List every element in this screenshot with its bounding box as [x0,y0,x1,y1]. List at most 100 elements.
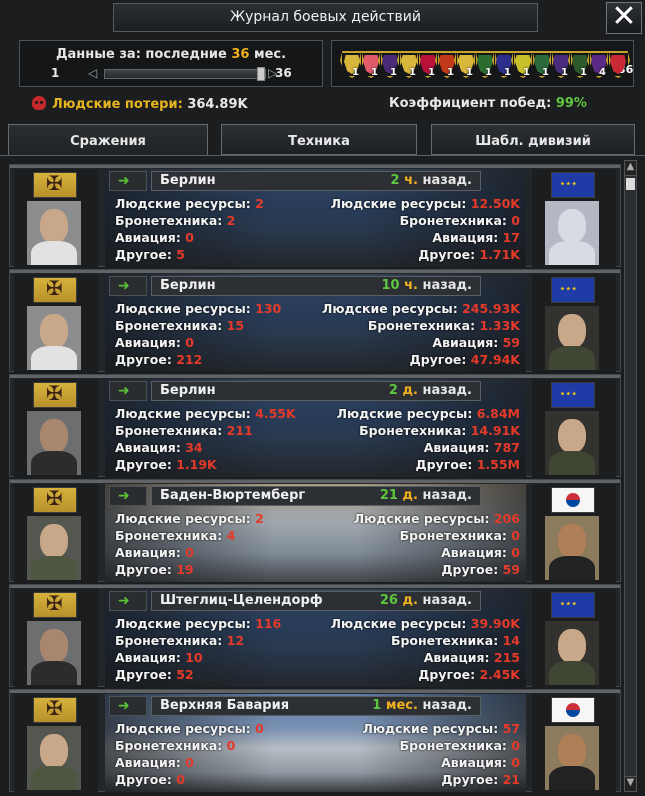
defender-leader-portrait[interactable] [545,726,599,790]
stat-row-armor: Бронетехника: 4 Бронетехника: 0 [115,527,520,544]
attacker-flag-icon[interactable] [33,381,77,408]
skull-icon [32,96,46,110]
attacker-air: Авиация: 0 [115,754,194,771]
battle-card[interactable]: ➜ Баден-Вюртемберг 21 д. назад. Людские … [9,479,621,582]
defender-air: Авиация: 787 [424,439,520,456]
defender-air: Авиация: 0 [441,754,520,771]
attacker-leader-portrait[interactable] [27,621,81,685]
stat-value: 2 [226,213,236,228]
time-unit: д. [402,383,418,398]
defender-flag-icon[interactable] [551,487,595,513]
stat-value: 2 [255,196,264,211]
battle-title-strip: Баден-Вюртемберг 21 д. назад. [151,486,481,506]
attacker-manpower: Людские ресурсы: 116 [115,615,281,632]
attacker-side [14,274,98,372]
defender-flag-icon[interactable] [551,172,595,198]
stat-label: Людские ресурсы: [330,616,467,631]
attacker-flag-icon[interactable] [33,171,77,198]
battle-title-strip: Берлин 2 ч. назад. [151,171,481,191]
stat-value: 6.84M [476,406,520,421]
slider-min-label: 1 [51,66,60,80]
defender-air: Авиация: 17 [432,229,520,246]
attacker-flag-icon[interactable] [33,276,77,303]
months-slider[interactable] [104,67,266,81]
stat-label: Людские ресурсы: [336,406,473,421]
battle-card[interactable]: ➜ Штеглиц-Целендорф 26 д. назад. Людские… [9,584,621,687]
stat-label: Бронетехника: [390,633,499,648]
attacker-leader-portrait[interactable] [27,411,81,475]
attacker-leader-portrait[interactable] [27,726,81,790]
slider-left-arrow-icon[interactable]: ◁ [88,66,97,80]
portrait-body [549,766,595,790]
stat-label: Людские ресурсы: [353,511,490,526]
scroll-thumb[interactable] [626,178,635,190]
scroll-down-icon[interactable]: ▼ [624,776,637,792]
defender-side [532,169,616,267]
stat-row-manpower: Людские ресурсы: 2 Людские ресурсы: 206 [115,510,520,527]
defender-flag-icon[interactable] [551,592,595,618]
attacker-manpower: Людские ресурсы: 130 [115,300,281,317]
attacker-side [14,694,98,792]
defender-air: Авиация: 215 [424,649,520,666]
defender-leader-portrait[interactable] [545,516,599,580]
card-top-border [10,585,620,588]
portrait-head [558,524,586,558]
stat-value: 10 [185,650,203,665]
tab-division-templates[interactable]: Шабл. дивизий [431,124,635,155]
attacker-flag-icon[interactable] [33,486,77,513]
faction-count: 1 [390,67,397,78]
stat-value: 21 [502,772,520,787]
defender-armor: Бронетехника: 0 [400,212,520,229]
stat-value: 0 [185,545,194,560]
attacker-leader-portrait[interactable] [27,516,81,580]
stat-label: Другое: [115,352,172,367]
attack-arrow-icon: ➜ [118,278,130,294]
battle-card[interactable]: ➜ Верхняя Бавария 1 мес. назад. Людские … [9,689,621,792]
scrollbar[interactable] [624,160,637,792]
stat-label: Бронетехника: [399,528,507,543]
stat-row-air: Авиация: 34 Авиация: 787 [115,439,520,456]
stat-value: 0 [185,335,194,350]
defender-flag-icon[interactable] [551,277,595,303]
defender-leader-portrait[interactable] [545,201,599,265]
stat-label: Бронетехника: [367,318,476,333]
defender-side [532,589,616,687]
stat-label: Авиация: [115,230,181,245]
attacker-air: Авиация: 34 [115,439,203,456]
tab-equipment[interactable]: Техника [221,124,417,155]
slider-thumb[interactable] [257,67,265,81]
battle-card[interactable]: ➜ Берлин 2 д. назад. Людские ресурсы: 4.… [9,374,621,477]
tab-battles[interactable]: Сражения [8,124,208,156]
faction-count: 1 [428,67,435,78]
battle-location: Берлин [160,278,216,293]
portrait-body [31,241,77,265]
battle-card[interactable]: ➜ Берлин 2 ч. назад. Людские ресурсы: 2 … [9,164,621,267]
stat-label: Авиация: [432,230,499,245]
defender-side [532,484,616,582]
defender-leader-portrait[interactable] [545,411,599,475]
data-range-panel: Данные за: последние 36 мес. 1 ◁ ▷ 36 [19,40,323,87]
scroll-up-icon[interactable]: ▲ [624,160,637,176]
battle-card[interactable]: ➜ Берлин 10 ч. назад. Людские ресурсы: 1… [9,269,621,372]
stat-value: 0 [226,738,236,753]
card-top-border [10,270,620,273]
close-button[interactable]: ✕ [606,2,642,34]
attacker-other: Другое: 52 [115,666,194,683]
attacker-flag-icon[interactable] [33,696,77,723]
defender-flag-icon[interactable] [551,697,595,723]
stat-label: Другое: [115,667,172,682]
defender-other: Другое: 1.71K [418,246,520,263]
stat-row-other: Другое: 212 Другое: 47.94K [115,351,520,368]
defender-flag-icon[interactable] [551,382,595,408]
time-ago-label: назад. [422,488,472,503]
attacker-leader-portrait[interactable] [27,306,81,370]
attacker-air: Авиация: 0 [115,334,194,351]
casualties-label: Людские потери: [52,97,183,112]
time-number: 2 [390,173,400,188]
attacker-leader-portrait[interactable] [27,201,81,265]
portrait-body [31,451,77,475]
attacker-flag-icon[interactable] [33,591,77,618]
stat-value: 212 [176,352,203,367]
defender-leader-portrait[interactable] [545,306,599,370]
defender-leader-portrait[interactable] [545,621,599,685]
